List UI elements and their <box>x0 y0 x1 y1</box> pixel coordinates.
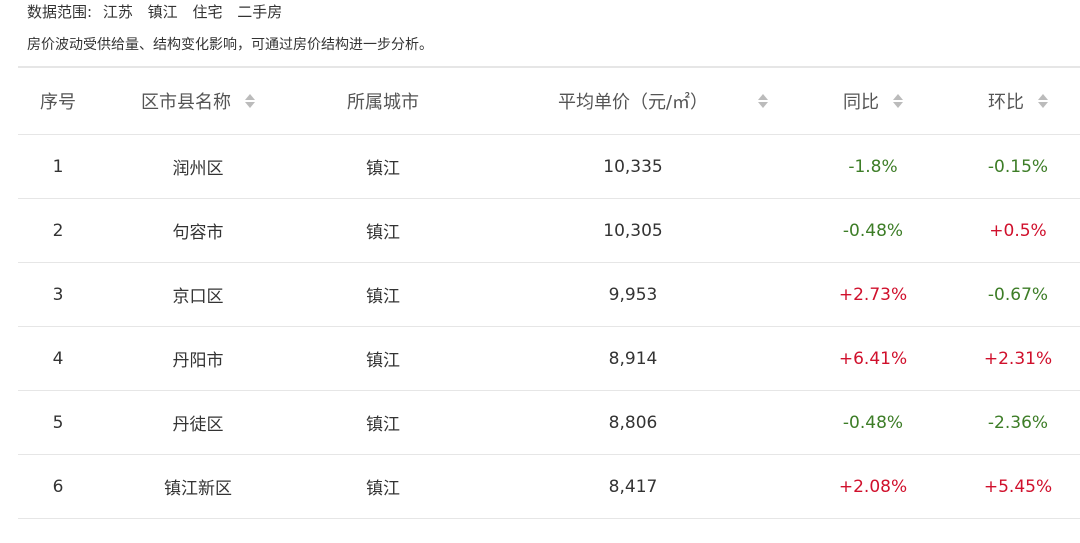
row-district: 京口区 <box>172 287 224 307</box>
row-index: 5 <box>52 412 64 433</box>
row-price: 10,305 <box>603 220 663 241</box>
sort-price-icon[interactable] <box>758 94 768 108</box>
row-city: 镇江 <box>366 223 400 243</box>
table-row: 6 镇江新区 镇江 8,417 +2.08% +5.45% <box>18 455 1080 519</box>
header-city: 所属城市 <box>347 92 419 113</box>
row-mom: +5.45% <box>983 476 1053 497</box>
row-price: 9,953 <box>608 284 658 305</box>
header-index: 序号 <box>40 92 76 113</box>
row-index: 2 <box>52 220 64 241</box>
row-city: 镇江 <box>366 287 400 307</box>
row-mom: -0.15% <box>987 156 1049 177</box>
data-scope: 数据范围: 江苏 镇江 住宅 二手房 <box>27 1 292 22</box>
header-price[interactable]: 平均单价（元/㎡） <box>518 68 748 134</box>
row-district: 镇江新区 <box>164 479 232 499</box>
header-yoy-label: 同比 <box>843 92 879 113</box>
row-district: 句容市 <box>172 223 224 243</box>
header-mom[interactable]: 环比 <box>953 68 1080 134</box>
row-mom: -0.67% <box>987 284 1049 305</box>
row-index: 3 <box>52 284 64 305</box>
row-city: 镇江 <box>366 415 400 435</box>
row-district: 丹阳市 <box>172 351 224 371</box>
data-scope-label: 数据范围: <box>27 3 93 21</box>
data-scope-province: 江苏 <box>102 3 133 21</box>
row-price: 8,417 <box>608 476 658 497</box>
row-yoy: +2.73% <box>838 284 908 305</box>
header-mom-label: 环比 <box>988 92 1024 113</box>
header-district-label: 区市县名称 <box>141 92 231 113</box>
sort-district-icon[interactable] <box>245 94 255 108</box>
data-scope-type: 住宅 <box>192 3 223 21</box>
row-index: 4 <box>52 348 64 369</box>
row-yoy: -1.8% <box>848 156 898 177</box>
row-price: 8,806 <box>608 412 658 433</box>
data-note: 房价波动受供给量、结构变化影响，可通过房价结构进一步分析。 <box>27 37 433 53</box>
row-yoy: -0.48% <box>842 412 904 433</box>
table-row: 5 丹徒区 镇江 8,806 -0.48% -2.36% <box>18 391 1080 455</box>
header-yoy[interactable]: 同比 <box>798 68 948 134</box>
row-index: 1 <box>52 156 64 177</box>
table-header: 序号 区市县名称 所属城市 平均单价（元/㎡） 同比 环比 <box>18 66 1080 135</box>
row-price: 10,335 <box>603 156 663 177</box>
sort-yoy-icon[interactable] <box>893 94 903 108</box>
table-row: 1 润州区 镇江 10,335 -1.8% -0.15% <box>18 135 1080 199</box>
row-yoy: -0.48% <box>842 220 904 241</box>
row-mom: +0.5% <box>989 220 1047 241</box>
data-scope-market: 二手房 <box>237 3 283 21</box>
table-row: 2 句容市 镇江 10,305 -0.48% +0.5% <box>18 199 1080 263</box>
table-row: 3 京口区 镇江 9,953 +2.73% -0.67% <box>18 263 1080 327</box>
row-yoy: +6.41% <box>838 348 908 369</box>
row-index: 6 <box>52 476 64 497</box>
table-row: 4 丹阳市 镇江 8,914 +6.41% +2.31% <box>18 327 1080 391</box>
row-mom: -2.36% <box>987 412 1049 433</box>
row-mom: +2.31% <box>983 348 1053 369</box>
price-table: 序号 区市县名称 所属城市 平均单价（元/㎡） 同比 环比 1 润州区 镇江 1… <box>18 66 1080 519</box>
row-city: 镇江 <box>366 479 400 499</box>
row-price: 8,914 <box>608 348 658 369</box>
header-district[interactable]: 区市县名称 <box>118 68 278 134</box>
row-city: 镇江 <box>366 351 400 371</box>
data-scope-city: 镇江 <box>147 3 178 21</box>
row-yoy: +2.08% <box>838 476 908 497</box>
row-district: 丹徒区 <box>172 415 224 435</box>
row-district: 润州区 <box>172 159 224 179</box>
header-price-label: 平均单价（元/㎡） <box>557 92 709 113</box>
sort-mom-icon[interactable] <box>1038 94 1048 108</box>
row-city: 镇江 <box>366 159 400 179</box>
